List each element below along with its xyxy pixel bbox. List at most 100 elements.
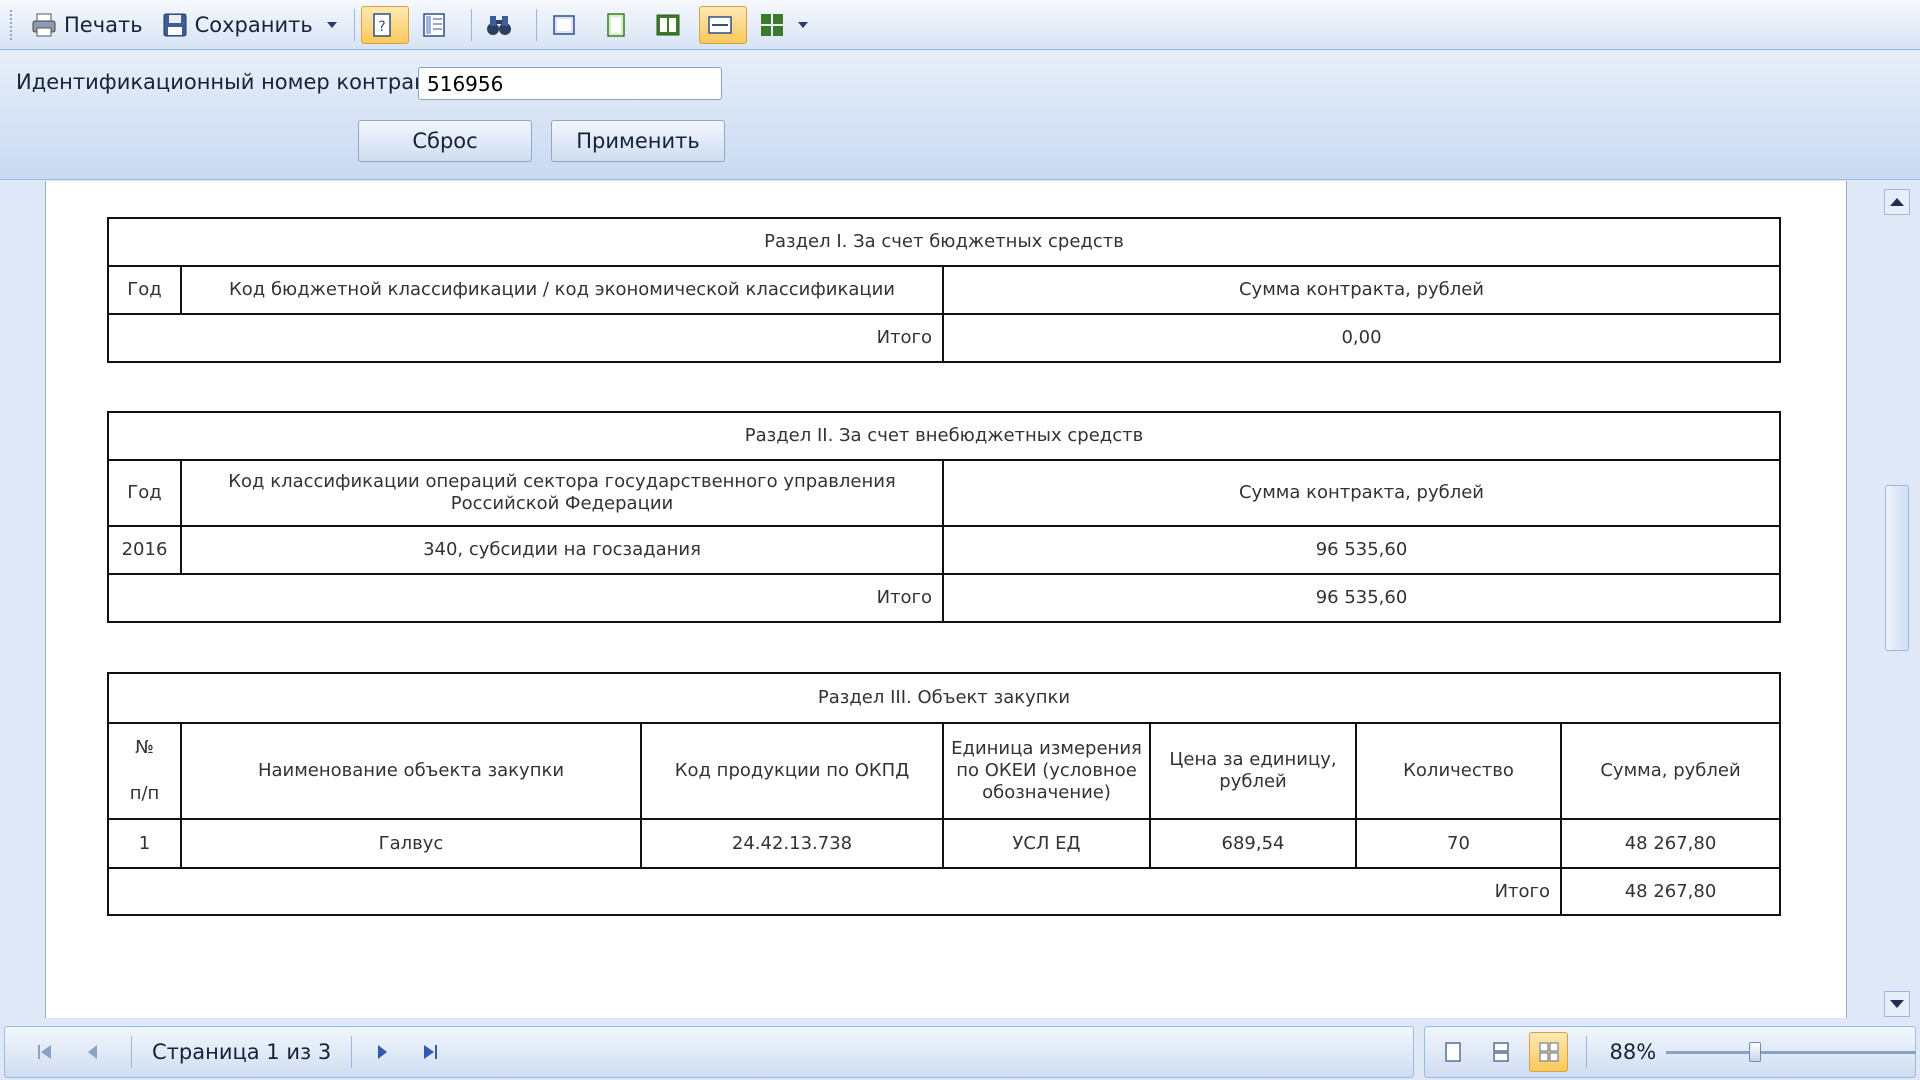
zoom-slider[interactable] [1666,1042,1917,1062]
multiple-pages-icon [1539,1042,1559,1062]
main-toolbar: Печать Сохранить ? [0,0,1920,50]
view-zoom-controls: 88% [1424,1026,1917,1078]
page-info: Страница 1 из 3 [152,1040,332,1064]
section3-col-num-top: № [135,737,154,758]
arrow-up-icon [1890,198,1904,206]
section3-row-price: 689,54 [1149,818,1357,869]
statusbar-divider [131,1036,132,1068]
continuous-page-icon [1492,1042,1509,1062]
reset-button[interactable]: Сброс [358,120,532,162]
section3-table: Раздел III. Объект закупки № п/п Наимено… [107,672,1781,916]
toolbar-divider [535,8,537,41]
section2-col-sum: Сумма контракта, рублей [942,459,1781,527]
section3-row-num: 1 [107,818,182,869]
first-page-button[interactable] [25,1032,65,1072]
statusbar-divider [1586,1036,1588,1068]
save-label: Сохранить [194,12,313,37]
section3-row-qty: 70 [1355,818,1562,869]
status-bar: Страница 1 из 3 88% [0,1026,1920,1080]
previous-page-button[interactable] [73,1032,113,1072]
first-page-icon [38,1045,51,1059]
next-page-icon [378,1045,388,1059]
section2-row-year: 2016 [107,525,182,575]
last-page-button[interactable] [410,1032,450,1072]
toolbar-divider [470,8,472,41]
zoom-slider-track [1666,1051,1917,1054]
statusbar-divider [351,1036,353,1068]
continuous-page-button[interactable] [595,6,643,44]
previous-page-icon [88,1045,97,1059]
single-page-view-button[interactable] [1433,1032,1473,1072]
svg-text:?: ? [378,19,385,35]
binoculars-icon [485,11,513,39]
print-button[interactable]: Печать [23,6,150,44]
section3-col-num-bottom: п/п [129,783,160,804]
section3-col-name: Наименование объекта закупки [180,722,642,820]
section2-row-code: 340, субсидии на госзадания [180,525,944,575]
multi-page-view-button[interactable] [1528,1032,1569,1072]
section2-total-value: 96 535,60 [942,573,1781,623]
table-row: 2016 340, субсидии на госзадания 96 535,… [107,525,1781,575]
arrow-down-icon [1890,1000,1904,1008]
section2-table: Раздел II. За счет внебюджетных средств … [107,411,1781,623]
next-page-button[interactable] [362,1032,402,1072]
parameters-toggle-button[interactable]: ? [360,5,409,44]
document-map-button[interactable] [413,6,461,44]
section1-total-label: Итого [107,313,944,363]
scroll-up-button[interactable] [1884,189,1910,215]
section2-col-code: Код классификации операций сектора госуд… [180,459,944,527]
section3-title: Раздел III. Объект закупки [107,672,1781,724]
contract-id-input[interactable] [418,67,722,100]
section2-row-sum: 96 535,60 [942,525,1781,575]
page-navigation: Страница 1 из 3 [4,1026,1414,1078]
zoom-level: 88% [1609,1040,1657,1064]
document-map-icon [420,11,448,39]
section3-total-value: 48 267,80 [1560,867,1781,916]
section3-row-name: Галвус [180,818,642,869]
section3-col-num: № п/п [107,722,182,820]
section3-row-okpd: 24.42.13.738 [640,818,944,869]
section3-col-price: Цена за единицу, рублей [1149,722,1357,820]
print-label: Печать [64,12,143,37]
continuous-view-button[interactable] [1481,1032,1521,1072]
single-page-icon [1445,1042,1461,1062]
section3-row-unit: УСЛ ЕД [942,818,1151,869]
toolbar-grip[interactable] [10,9,15,40]
section3-col-okpd: Код продукции по ОКПД [640,722,944,820]
section3-col-sum: Сумма, рублей [1560,722,1781,820]
section1-total-value: 0,00 [942,313,1781,363]
section1-col-year: Год [107,265,182,315]
last-page-icon [424,1045,438,1059]
single-page-button[interactable] [543,6,591,44]
printer-icon [30,11,58,39]
section2-total-label: Итого [107,573,944,623]
vertical-scrollbar[interactable] [1884,183,1910,1020]
toolbar-divider [353,8,355,41]
continuous-page-icon [602,11,630,39]
section3-col-unit: Единица измерения по ОКЕИ (условное обоз… [942,722,1151,820]
scroll-down-button[interactable] [1884,991,1910,1017]
contract-id-label: Идентификационный номер контракта [16,70,452,94]
scrollbar-thumb[interactable] [1885,485,1909,651]
page-width-icon [706,11,734,39]
multiple-pages-button[interactable] [751,6,815,44]
section3-total-label: Итого [107,867,1562,916]
chevron-down-icon [797,21,808,28]
zoom-slider-handle[interactable] [1749,1042,1762,1062]
section3-row-sum: 48 267,80 [1560,818,1781,869]
table-row: 1 Галвус 24.42.13.738 УСЛ ЕД 689,54 70 4… [107,818,1781,869]
find-button[interactable] [478,6,526,44]
page-width-button[interactable] [698,5,747,44]
multiple-pages-icon [758,11,786,39]
floppy-disk-icon [161,11,189,39]
help-doc-icon: ? [368,11,396,39]
section2-col-year: Год [107,459,182,527]
section1-col-sum: Сумма контракта, рублей [942,265,1781,315]
section3-col-qty: Количество [1355,722,1562,820]
two-pages-icon [654,11,682,39]
section1-col-code: Код бюджетной классификации / код эконом… [180,265,944,315]
save-button[interactable]: Сохранить [154,6,344,44]
section2-title: Раздел II. За счет внебюджетных средств [107,411,1781,461]
apply-button[interactable]: Применить [551,120,725,162]
two-pages-button[interactable] [647,6,695,44]
